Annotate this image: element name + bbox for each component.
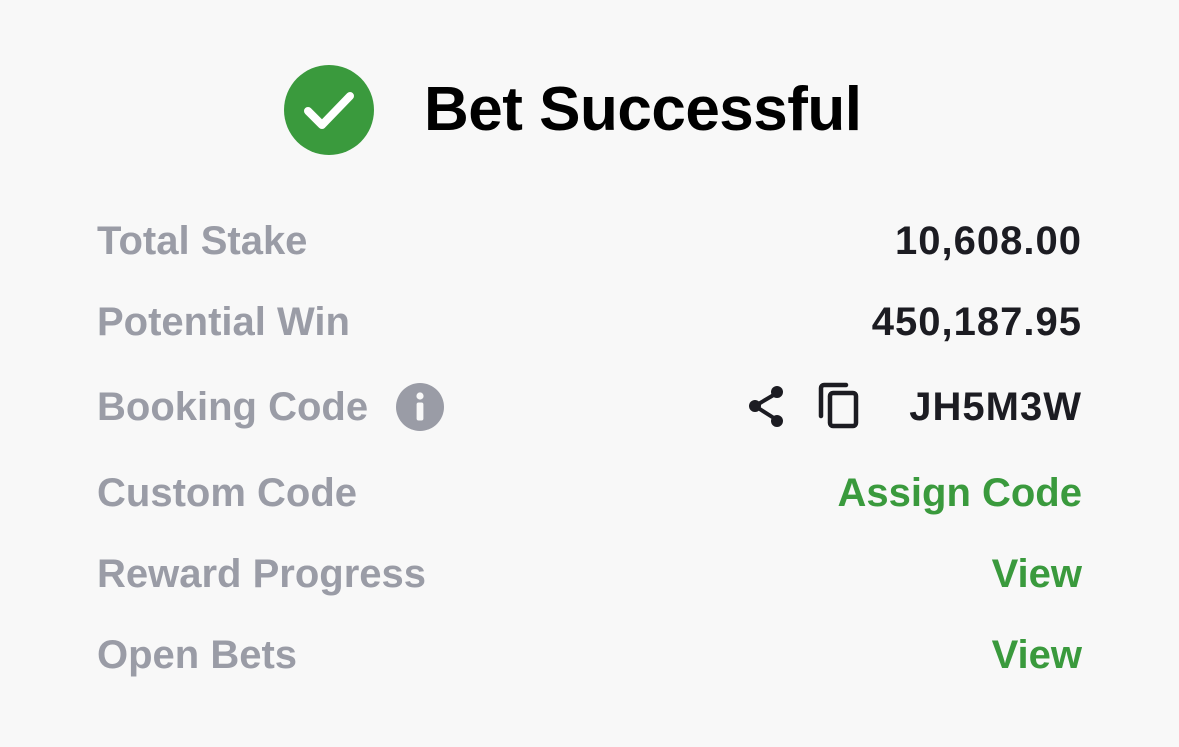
open-bets-view-link[interactable]: View	[992, 632, 1082, 678]
copy-icon[interactable]	[816, 380, 862, 432]
reward-progress-label: Reward Progress	[97, 552, 427, 596]
open-bets-row: Open Bets View	[97, 624, 1082, 684]
total-stake-value: 10,608.00	[895, 219, 1082, 263]
custom-code-label: Custom Code	[97, 471, 357, 515]
total-stake-row: Total Stake 10,608.00	[97, 210, 1082, 270]
assign-code-link[interactable]: Assign Code	[838, 470, 1082, 516]
potential-win-label: Potential Win	[97, 300, 350, 344]
reward-progress-row: Reward Progress View	[97, 543, 1082, 603]
check-circle-icon	[284, 65, 374, 155]
open-bets-label: Open Bets	[97, 633, 298, 677]
booking-code-label: Booking Code	[97, 385, 369, 429]
potential-win-row: Potential Win 450,187.95	[97, 291, 1082, 351]
booking-code-row: Booking Code JH5M3W	[97, 376, 1082, 436]
potential-win-value: 450,187.95	[871, 300, 1082, 344]
bet-success-header: Bet Successful	[0, 62, 1179, 158]
share-icon[interactable]	[744, 382, 790, 432]
page-title: Bet Successful	[424, 75, 862, 144]
custom-code-row: Custom Code Assign Code	[97, 462, 1082, 522]
info-icon[interactable]	[396, 383, 444, 431]
reward-progress-view-link[interactable]: View	[992, 551, 1082, 597]
total-stake-label: Total Stake	[97, 219, 308, 263]
booking-code-value: JH5M3W	[909, 385, 1082, 429]
